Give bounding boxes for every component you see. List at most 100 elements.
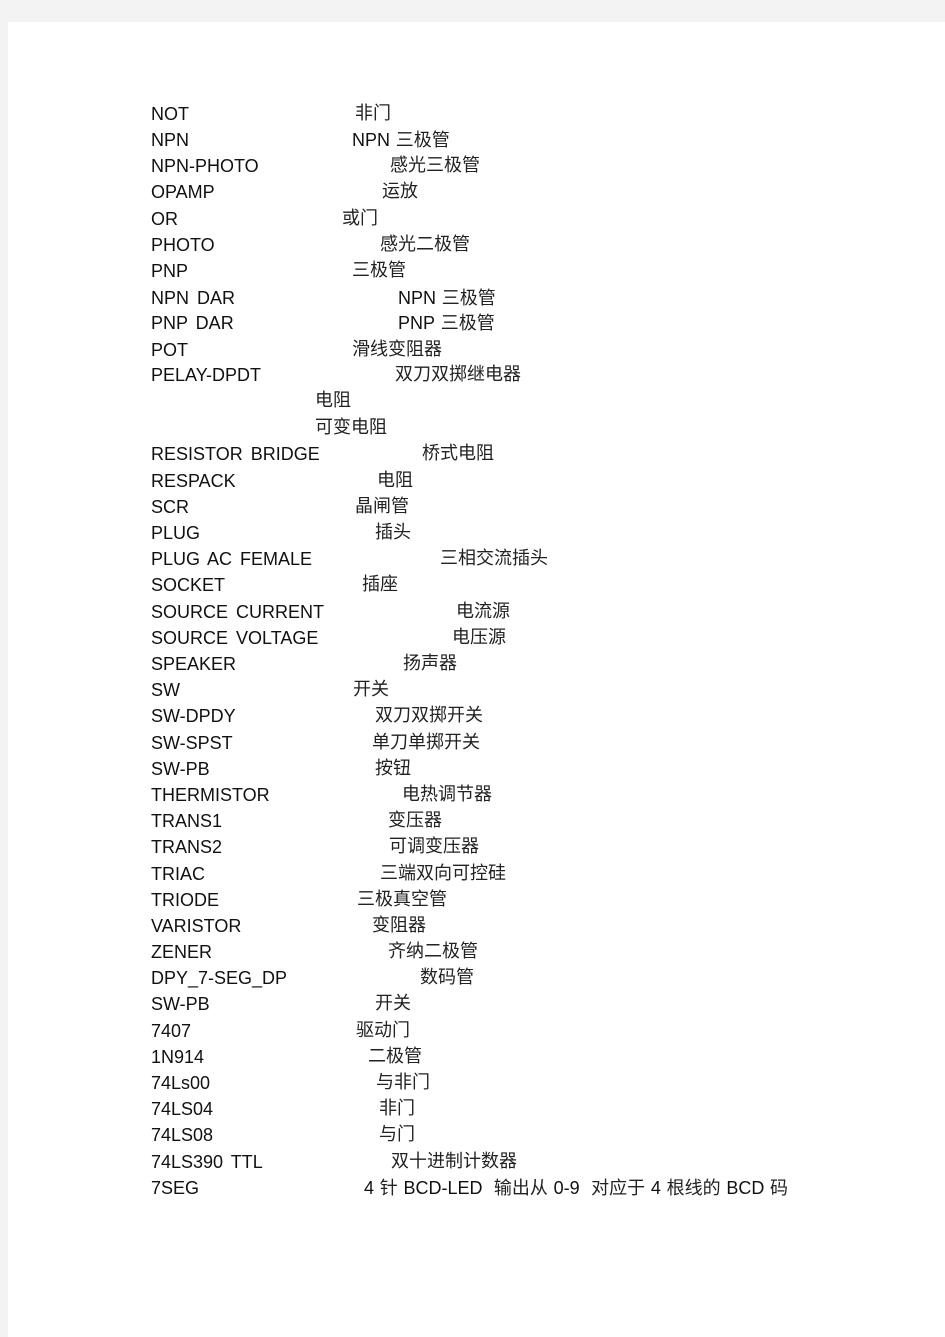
component-name: DPY_7-SEG_DP [151,968,288,988]
list-item: NPN-PHOTO 感光三极管 [151,153,911,179]
component-description: 感光三极管 [390,155,480,176]
list-item: SW-PB 按钮 [151,756,911,782]
list-item: SW-DPDY 双刀双掷开关 [151,703,911,729]
component-description: 与非门 [376,1072,430,1093]
component-description: 插头 [375,522,411,543]
list-item: SOURCE VOLTAGE 电压源 [151,625,911,651]
list-item: SOURCE CURRENT 电流源 [151,599,911,625]
list-item: SOCKET 插座 [151,572,911,598]
component-description: 可变电阻 [315,417,387,438]
component-description: 非门 [355,103,391,124]
component-description: 单刀单掷开关 [372,732,480,753]
component-description: 桥式电阻 [422,443,494,464]
component-description: 数码管 [420,967,474,988]
component-description: 双十进制计数器 [391,1151,517,1172]
list-item: TRANS2 可调变压器 [151,834,911,860]
component-description: PNP 三极管 [398,313,495,334]
list-item: SCR 晶闸管 [151,494,911,520]
component-description: 或门 [342,208,378,229]
component-name: 74LS04 [151,1099,214,1119]
list-item: PNP DAR PNP 三极管 [151,310,911,336]
component-description: 变压器 [388,810,442,831]
component-description: 扬声器 [403,653,457,674]
component-description: 电阻 [315,390,351,411]
component-description: 电阻 [377,470,413,491]
component-name: SCR [151,497,190,517]
component-description: 与门 [379,1124,415,1145]
component-name: 1N914 [151,1047,205,1067]
component-name: SPEAKER [151,654,237,674]
component-description: 按钮 [375,758,411,779]
component-name: 74LS08 [151,1125,214,1145]
component-name: THERMISTOR [151,785,270,805]
component-name: RESISTOR BRIDGE [151,444,320,464]
component-name: SW-PB [151,994,210,1014]
component-name: SW-PB [151,759,210,779]
list-item: 74LS08 与门 [151,1122,911,1148]
list-item: RESISTOR BRIDGE 桥式电阻 [151,441,911,467]
component-description: 插座 [362,574,398,595]
list-item: 7407 驱动门 [151,1018,911,1044]
component-description: 三相交流插头 [440,548,548,569]
component-name: SOCKET [151,575,226,595]
component-name: PHOTO [151,235,215,255]
list-item: PNP 三极管 [151,258,911,284]
list-item: SW-PB 开关 [151,991,911,1017]
component-name: POT [151,340,189,360]
component-description: 齐纳二极管 [388,941,478,962]
component-description: 开关 [353,679,389,700]
component-description: 驱动门 [356,1020,410,1041]
component-name: ZENER [151,942,213,962]
component-name: SW-DPDY [151,706,236,726]
list-item: SW 开关 [151,677,911,703]
component-name: SW-SPST [151,733,233,753]
component-name: NPN-PHOTO [151,156,259,176]
list-item: ZENER 齐纳二极管 [151,939,911,965]
component-description: 4 针 BCD-LED 输出从 0-9 对应于 4 根线的 BCD 码 [364,1178,789,1199]
component-description: 电压源 [452,627,506,648]
list-item: TRIAC 三端双向可控硅 [151,861,911,887]
component-name: SW [151,680,180,700]
component-description: 电流源 [456,601,510,622]
list-item: RESPACK 电阻 [151,468,911,494]
component-description: 变阻器 [372,915,426,936]
component-name: OR [151,209,178,229]
list-item: NPN NPN 三极管 [151,127,911,153]
component-name: PLUG [151,523,201,543]
component-name: VARISTOR [151,916,242,936]
component-description: 非门 [379,1098,415,1119]
list-item: DPY_7-SEG_DP 数码管 [151,965,911,991]
component-name: NPN [151,130,190,150]
component-description: 开关 [375,993,411,1014]
component-description: 三端双向可控硅 [380,863,506,884]
component-description: 双刀双掷开关 [375,705,483,726]
list-item: SW-SPST 单刀单掷开关 [151,730,911,756]
list-item: OPAMP 运放 [151,179,911,205]
component-description: 滑线变阻器 [352,339,442,360]
component-name: PNP [151,261,189,281]
component-description: NPN 三极管 [398,288,496,309]
component-description: 晶闸管 [355,496,409,517]
component-description: 三极真空管 [357,889,447,910]
component-name: OPAMP [151,182,215,202]
list-item: THERMISTOR 电热调节器 [151,782,911,808]
component-description: 电热调节器 [402,784,492,805]
list-item: 可变电阻 [151,415,911,441]
component-name: PELAY-DPDT [151,365,262,385]
component-name: 74Ls00 [151,1073,211,1093]
list-item: PELAY-DPDT 双刀双掷继电器 [151,362,911,388]
list-item: VARISTOR 变阻器 [151,913,911,939]
component-description: 运放 [382,181,418,202]
list-item: PLUG AC FEMALE 三相交流插头 [151,546,911,572]
component-description: 可调变压器 [389,836,479,857]
list-item: SPEAKER 扬声器 [151,651,911,677]
component-name: SOURCE CURRENT [151,602,325,622]
component-name: TRANS2 [151,837,223,857]
list-item: PHOTO 感光二极管 [151,232,911,258]
component-name: 7SEG [151,1178,200,1198]
component-name: NPN DAR [151,288,236,308]
component-name: SOURCE VOLTAGE [151,628,319,648]
list-item: 74LS390 TTL 双十进制计数器 [151,1149,911,1175]
component-name: TRIODE [151,890,220,910]
list-item: 1N914 二极管 [151,1044,911,1070]
